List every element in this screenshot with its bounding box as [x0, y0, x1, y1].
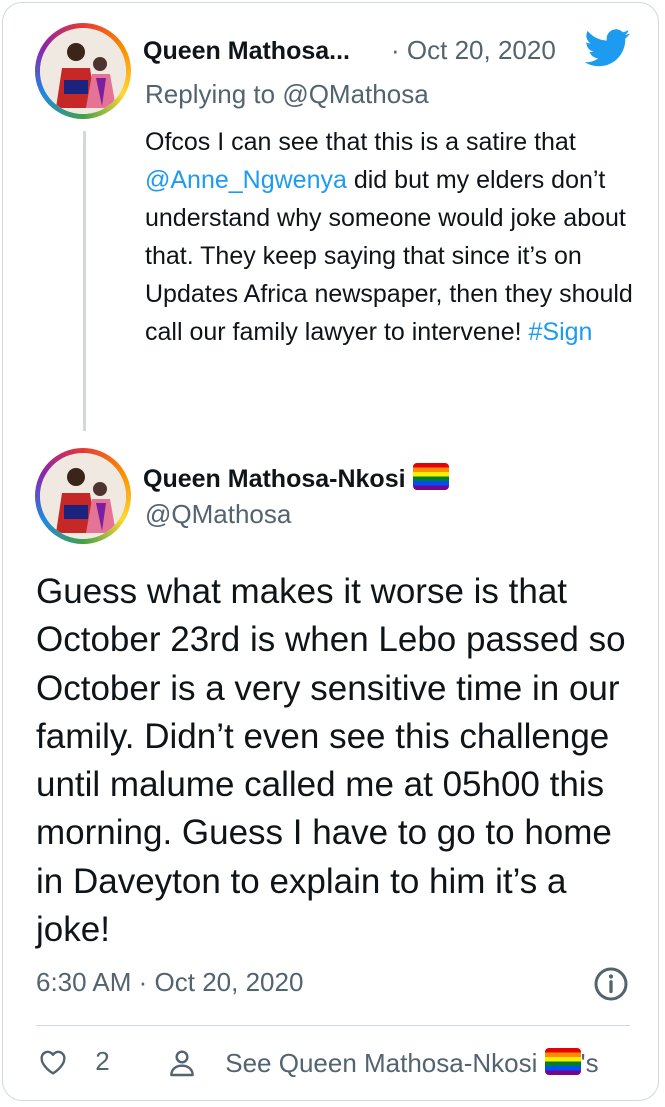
timestamp-separator: · — [138, 967, 148, 997]
mention-link[interactable]: @Anne_Ngwenya — [145, 166, 347, 194]
tweet-card: Queen Mathosa... · Oct 20, 2020 Replying… — [2, 2, 659, 1101]
rainbow-flag-icon — [412, 463, 449, 490]
replying-to-label: Replying to — [145, 79, 276, 109]
main-author-name[interactable]: Queen Mathosa-Nkosi — [143, 465, 406, 493]
main-author-avatar[interactable] — [35, 448, 131, 544]
rainbow-flag-icon — [544, 1048, 581, 1075]
tweet-date[interactable]: Oct 20, 2020 — [155, 967, 304, 997]
main-tweet-text: Guess what makes it worse is that Octobe… — [36, 572, 626, 950]
like-button[interactable]: 2 — [36, 1046, 110, 1078]
action-divider — [36, 1025, 630, 1026]
like-count: 2 — [95, 1046, 110, 1076]
heart-icon[interactable] — [36, 1046, 70, 1078]
reply-date[interactable]: Oct 20, 2020 — [407, 35, 556, 65]
date-separator: · — [391, 35, 400, 65]
reply-text-part1: Ofcos I can see that this is a satire th… — [145, 128, 576, 156]
main-author-name-group[interactable]: Queen Mathosa-Nkosi — [143, 463, 449, 494]
tweet-timestamp[interactable]: 6:30 AM · Oct 20, 2020 — [36, 967, 303, 998]
see-profile-suffix[interactable]: 's — [581, 1048, 599, 1078]
reply-author-avatar[interactable] — [35, 23, 131, 119]
profile-photo-icon — [40, 28, 126, 114]
reply-author-name[interactable]: Queen Mathosa... — [143, 37, 350, 66]
person-icon — [170, 1050, 194, 1077]
main-author-handle[interactable]: @QMathosa — [145, 499, 291, 530]
hashtag-link[interactable]: #Sign — [528, 318, 592, 346]
replying-to-handle[interactable]: @QMathosa — [282, 79, 428, 109]
thread-connector-line — [83, 131, 86, 431]
reply-date-group: · Oct 20, 2020 — [391, 35, 556, 66]
twitter-bird-icon[interactable] — [585, 29, 631, 67]
profile-photo-icon — [40, 453, 126, 539]
tweet-time[interactable]: 6:30 AM — [36, 967, 131, 997]
see-profile-label[interactable]: See Queen Mathosa-Nkosi — [225, 1048, 537, 1078]
info-icon[interactable] — [593, 966, 629, 1002]
avatar-photo — [40, 28, 126, 114]
replying-to-line: Replying to @QMathosa — [145, 79, 429, 110]
see-profile-link[interactable]: See Queen Mathosa-Nkosi 's — [166, 1046, 599, 1080]
avatar-photo — [40, 453, 126, 539]
reply-tweet-text: Ofcos I can see that this is a satire th… — [145, 123, 640, 351]
